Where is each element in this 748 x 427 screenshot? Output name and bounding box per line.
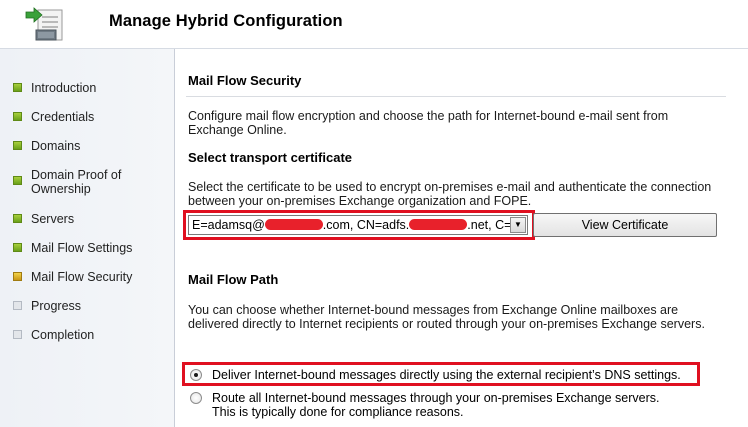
certificate-highlight-box [183, 210, 535, 240]
step-label: Completion [31, 328, 95, 342]
step-complete-icon [13, 176, 22, 185]
step-credentials: Credentials [13, 110, 151, 124]
step-pending-icon [13, 330, 22, 339]
step-introduction: Introduction [13, 81, 151, 95]
step-complete-icon [13, 83, 22, 92]
step-label: Progress [31, 299, 82, 313]
transport-certificate-heading: Select transport certificate [188, 150, 353, 165]
delivery-option-highlight-box [182, 362, 700, 386]
step-label: Mail Flow Security [31, 270, 133, 284]
step-label: Domains [31, 139, 81, 153]
page-title: Mail Flow Security [188, 73, 302, 88]
step-mail-flow-settings: Mail Flow Settings [13, 241, 151, 255]
mail-flow-path-heading: Mail Flow Path [188, 272, 279, 287]
step-pending-icon [13, 301, 22, 310]
radio-button[interactable] [190, 392, 202, 404]
option-route-label[interactable]: Route all Internet-bound messages throug… [212, 391, 702, 419]
step-label: Domain Proof of Ownership [31, 168, 122, 196]
hybrid-configuration-icon [25, 7, 63, 41]
option-route-label-line1: Route all Internet-bound messages throug… [212, 391, 660, 405]
step-complete-icon [13, 243, 22, 252]
step-complete-icon [13, 112, 22, 121]
transport-certificate-description: Select the certificate to be used to enc… [188, 180, 712, 208]
step-label: Mail Flow Settings [31, 241, 133, 255]
step-label: Introduction [31, 81, 97, 95]
step-label: Servers [31, 212, 75, 226]
page-description: Configure mail flow encryption and choos… [188, 109, 669, 137]
step-completion: Completion [13, 328, 151, 342]
option-route-label-line2: This is typically done for compliance re… [212, 405, 464, 419]
step-complete-icon [13, 214, 22, 223]
step-current-icon [13, 272, 22, 281]
step-domains: Domains [13, 139, 151, 153]
step-label: Credentials [31, 110, 95, 124]
wizard-header: Manage Hybrid Configuration [0, 0, 748, 48]
step-servers: Servers [13, 212, 151, 226]
view-certificate-button[interactable]: View Certificate [533, 213, 717, 237]
step-complete-icon [13, 141, 22, 150]
step-mail-flow-security: Mail Flow Security [13, 270, 151, 284]
wizard-steps-sidebar [0, 49, 174, 427]
step-progress: Progress [13, 299, 151, 313]
mail-flow-path-description: You can choose whether Internet-bound me… [188, 303, 705, 331]
wizard-title: Manage Hybrid Configuration [109, 12, 343, 30]
option-route-through-onpremises[interactable]: Route all Internet-bound messages throug… [190, 391, 702, 419]
step-domain-proof-of-ownership: Domain Proof of Ownership [13, 168, 151, 196]
title-divider [186, 96, 726, 97]
